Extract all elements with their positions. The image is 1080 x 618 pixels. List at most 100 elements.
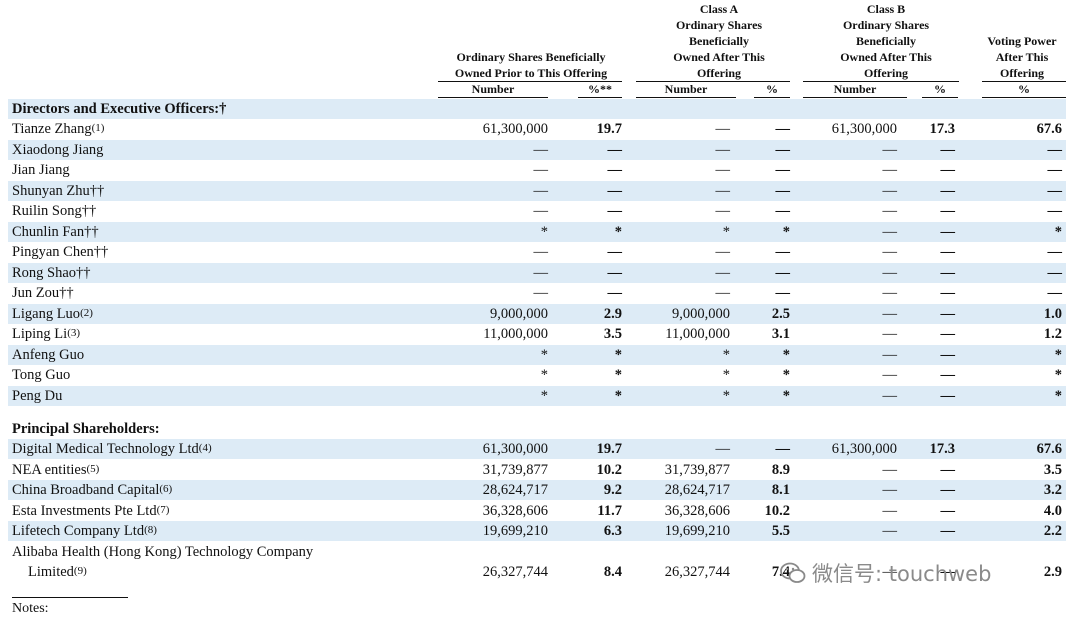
cell-bp: — [940, 285, 956, 301]
cell-an: * [722, 223, 730, 240]
row-name: Digital Medical Technology Ltd(4) [12, 440, 212, 458]
footnote-ref: (9) [73, 564, 87, 577]
cell-ap: 10.2 [764, 502, 790, 519]
table-row: Shunyan Zhu†† — — — — — — — [8, 180, 1066, 201]
header-prior-line1: Ordinary Shares Beneficially [456, 50, 606, 64]
cell-pp: 8.4 [603, 563, 622, 580]
cell-bn: — [882, 162, 898, 178]
cell-ap: — [775, 121, 791, 137]
subheader-rule [803, 97, 907, 98]
row-name: Peng Du [12, 387, 62, 405]
row-name: Anfeng Guo [12, 346, 84, 364]
subheader-a-number: Number [664, 82, 708, 96]
subheader-b-pct: % [934, 82, 946, 96]
notes-rule [12, 597, 128, 598]
row-name: Rong Shao†† [12, 264, 91, 282]
cell-v: — [1047, 162, 1063, 178]
header-class-a-line5: Offering [697, 66, 741, 80]
cell-pn: — [533, 285, 549, 301]
cell-an: — [715, 162, 731, 178]
footnote-ref: (6) [159, 483, 173, 495]
cell-an: 26,327,744 [664, 563, 730, 580]
row-name: China Broadband Capital(6) [12, 481, 172, 499]
row-name: Esta Investments Pte Ltd(7) [12, 502, 169, 520]
cell-bn: — [882, 182, 898, 199]
subheader-prior-pct: %** [588, 82, 612, 96]
table-row: Pingyan Chen†† — — — — — — — [8, 242, 1066, 262]
cell-pn: 9,000,000 [490, 305, 548, 322]
row-name-text: Rong Shao†† [12, 264, 91, 281]
table-row: Jian Jiang — — — — — — — [8, 160, 1066, 180]
cell-v: 3.2 [1043, 482, 1062, 498]
cell-bn: — [882, 326, 898, 342]
cell-pn: 61,300,000 [482, 121, 548, 137]
subheader-rule [636, 97, 736, 98]
cell-pn: * [540, 387, 548, 404]
cell-bp: 17.3 [929, 441, 955, 457]
cell-bn: 61,300,000 [831, 121, 897, 137]
cell-pp: * [614, 367, 622, 383]
header-voting: Voting Power After This Offering [978, 33, 1066, 81]
cell-v: * [1054, 223, 1062, 240]
cell-pn: * [540, 346, 548, 363]
table-row: NEA entities(5) 31,739,877 10.2 31,739,877 8… [8, 460, 1066, 480]
cell-bn: — [882, 141, 898, 158]
header-class-a: Class A Ordinary Shares Beneficially Own… [648, 1, 790, 81]
cell-bp: — [940, 162, 956, 178]
cell-pp: * [614, 387, 622, 404]
cell-pn: 31,739,877 [482, 461, 548, 478]
cell-pp: 2.9 [603, 305, 622, 322]
cell-bp: — [940, 223, 956, 240]
cell-bn: — [882, 264, 898, 281]
cell-bp: — [940, 502, 956, 519]
cell-an: 11,000,000 [665, 326, 730, 342]
cell-ap: 8.1 [771, 482, 790, 498]
subheader-a-pct: % [766, 82, 778, 96]
cell-pn: 61,300,000 [482, 441, 548, 457]
cell-an: * [722, 367, 730, 383]
header-prior-line2: Owned Prior to This Offering [454, 66, 608, 80]
cell-v: 1.2 [1043, 326, 1062, 342]
table-row: Rong Shao†† — — — — — — — [8, 262, 1066, 283]
footnote-ref: (1) [91, 122, 105, 134]
watermark: 微信号: touchweb [780, 558, 991, 588]
cell-bp: — [940, 182, 956, 199]
cell-pn: 36,328,606 [482, 502, 548, 519]
cell-ap: * [782, 387, 790, 404]
row-name-text: Liping Li [12, 326, 68, 342]
section-row-principal: Principal Shareholders: [8, 419, 1066, 439]
cell-pp: — [607, 264, 623, 281]
cell-pp: — [607, 203, 623, 219]
row-name: Jun Zou†† [12, 284, 74, 302]
cell-ap: — [775, 182, 791, 199]
cell-v: 4.0 [1043, 502, 1062, 519]
cell-pp: 19.7 [596, 121, 622, 137]
header-voting-line3: Offering [1000, 66, 1044, 80]
cell-ap: * [782, 346, 790, 363]
cell-v: 67.6 [1036, 441, 1062, 457]
cell-an: 31,739,877 [664, 461, 730, 478]
cell-an: — [715, 141, 731, 158]
row-name: Tianze Zhang(1) [12, 120, 104, 138]
cell-an: * [722, 387, 730, 404]
row-name-text: Chunlin Fan†† [12, 223, 99, 240]
cell-an: 28,624,717 [664, 482, 730, 498]
row-name-text: Peng Du [12, 387, 63, 404]
cell-bn: — [882, 461, 898, 478]
row-name-text: Shunyan Zhu†† [12, 182, 105, 199]
cell-bp: — [940, 203, 956, 219]
header-class-a-line4: Owned After This [673, 50, 765, 64]
row-name-text: Tianze Zhang [12, 121, 92, 137]
cell-v: — [1047, 264, 1063, 281]
table-row: China Broadband Capital(6) 28,624,717 9.2 2… [8, 480, 1066, 500]
section-row-directors: Directors and Executive Officers:† [8, 99, 1066, 119]
cell-an: 9,000,000 [672, 305, 730, 322]
cell-an: * [722, 346, 730, 363]
cell-ap: * [782, 223, 790, 240]
cell-pp: 9.2 [603, 482, 622, 498]
row-name-text: NEA entities [12, 461, 87, 478]
cell-bp: — [940, 482, 956, 498]
row-name: Ruilin Song†† [12, 202, 96, 220]
cell-bp: — [940, 141, 956, 158]
row-name-text: Ruilin Song†† [12, 203, 97, 219]
